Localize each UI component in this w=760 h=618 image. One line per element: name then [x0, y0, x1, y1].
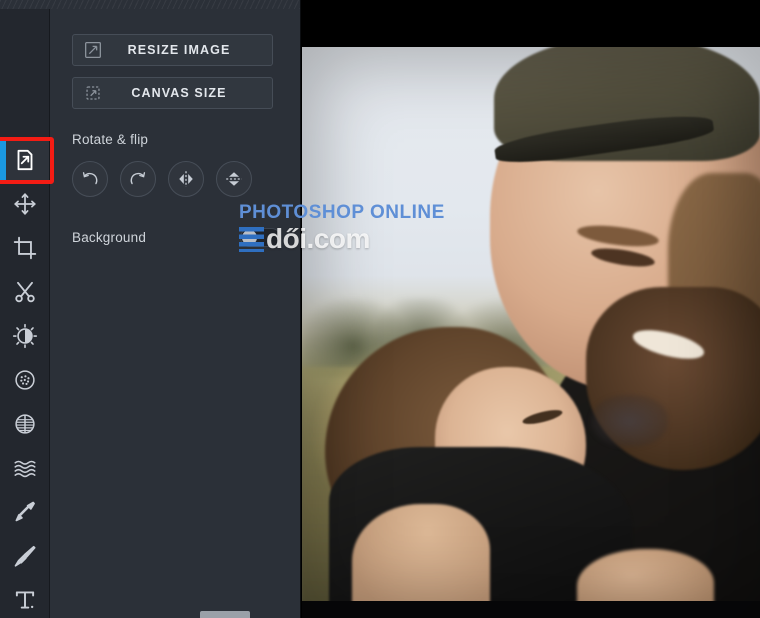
canvas-size-icon: [82, 82, 104, 104]
panel-bottom-handle[interactable]: [200, 611, 250, 618]
flip-vertical-button[interactable]: [216, 161, 252, 197]
crop-icon: [12, 235, 38, 261]
tool-crop[interactable]: [0, 226, 49, 270]
rotate-left-button[interactable]: [72, 161, 108, 197]
panel-top-texture: [0, 0, 300, 9]
tools-rail: [0, 0, 54, 618]
tool-liquify[interactable]: [0, 446, 49, 490]
photo-editor-window: RESIZE IMAGE CANVAS SIZE Rotate & flip B…: [0, 0, 760, 618]
rotate-flip-title: Rotate & flip: [72, 132, 149, 147]
flip-h-icon: [175, 168, 197, 190]
tool-move[interactable]: [0, 182, 49, 226]
background-label: Background: [72, 230, 147, 245]
rotate-right-button[interactable]: [120, 161, 156, 197]
tool-brush[interactable]: [0, 534, 49, 578]
tool-text[interactable]: [0, 578, 49, 618]
canvas-photo[interactable]: [302, 47, 760, 618]
photo-man-tattoo: [590, 395, 669, 447]
tool-gradient[interactable]: [0, 402, 49, 446]
rotate-flip-row: [72, 161, 280, 197]
tool-noise[interactable]: [0, 358, 49, 402]
half-shaded-circle-icon: [12, 411, 38, 437]
tool-cut[interactable]: [0, 270, 49, 314]
tool-options-panel: RESIZE IMAGE CANVAS SIZE Rotate & flip B…: [50, 0, 301, 618]
tool-resize-image[interactable]: [0, 138, 49, 182]
page-arrow-icon: [12, 147, 38, 173]
brightness-icon: [12, 323, 38, 349]
photo-bottom-edge: [302, 600, 760, 618]
tool-clone-stamp[interactable]: [0, 490, 49, 534]
scissors-icon: [12, 279, 38, 305]
move-arrows-icon: [12, 191, 38, 217]
flip-horizontal-button[interactable]: [168, 161, 204, 197]
resize-square-icon: [82, 39, 104, 61]
stamp-icon: [12, 499, 38, 525]
canvas-size-label: CANVAS SIZE: [131, 86, 227, 100]
background-row: Background: [72, 228, 281, 247]
canvas-area[interactable]: [301, 0, 760, 618]
text-t-icon: [12, 587, 38, 613]
flip-v-icon: [223, 168, 245, 190]
resize-image-label: RESIZE IMAGE: [127, 43, 231, 57]
dotted-circle-icon: [12, 367, 38, 393]
paintbrush-icon: [12, 543, 38, 569]
canvas-size-button[interactable]: CANVAS SIZE: [72, 77, 273, 109]
resize-image-button[interactable]: RESIZE IMAGE: [72, 34, 273, 66]
waves-icon: [12, 455, 38, 481]
toggle-knob: [242, 230, 257, 245]
tool-brightness[interactable]: [0, 314, 49, 358]
rotate-ccw-icon: [79, 168, 101, 190]
background-toggle[interactable]: [240, 228, 281, 247]
rotate-cw-icon: [127, 168, 149, 190]
